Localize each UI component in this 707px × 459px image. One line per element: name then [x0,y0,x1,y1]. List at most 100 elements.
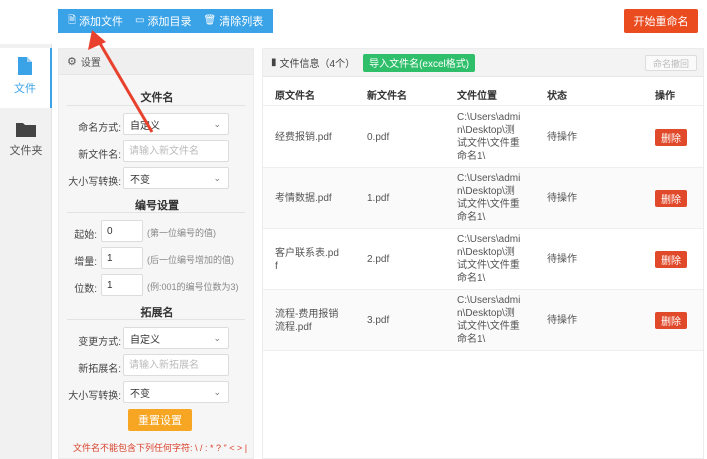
new-name-input[interactable] [123,140,229,162]
new-name-label: 新文件名: [78,150,121,161]
new-filename: 1.pdf [367,193,390,204]
original-filename-line: f [275,260,278,272]
status-label: 待操作 [547,132,577,143]
divider [67,105,245,106]
start-label: 起始: [74,230,97,241]
table-header: 原文件名 新文件名 文件位置 状态 操作 [263,78,703,106]
file-info: ▮ 文件信息（4个） [271,55,355,70]
file-location-line: 试文件\文件重 [457,199,520,210]
add-directory-button[interactable]: ▭ 添加目录 [129,9,197,33]
new-filename: 3.pdf [367,315,390,326]
status-label: 待操作 [547,315,577,326]
original-filename-line: 经费报销.pdf [275,132,332,143]
file-location-line: 命名1\ [457,273,486,284]
digits-input[interactable] [101,274,143,296]
chevron-down-icon: ⌄ [213,119,221,129]
delete-button[interactable]: 删除 [655,251,687,268]
gear-icon: ⚙ [67,56,77,68]
column-header: 文件位置 [457,91,497,102]
step-input[interactable] [101,247,143,269]
column-header: 新文件名 [367,91,407,102]
new-filename: 0.pdf [367,132,390,143]
chevron-down-icon: ⌄ [213,173,221,183]
case-value: 不变 [130,174,150,186]
ext-case-label: 大小写转换: [68,391,121,402]
undo-rename-button[interactable]: 命名撤回 [645,55,697,71]
file-location-line: 命名1\ [457,212,486,223]
clear-list-button[interactable]: 🗑 清除列表 [198,9,270,33]
table-row: 客户联系表.pd f 2.pdf C:\Users\admi n\Desktop\测 试文… [263,229,703,290]
filename-section-title: 文件名 [140,92,174,104]
chevron-down-icon: ⌄ [213,387,221,397]
case-select[interactable]: 不变 ⌄ [123,167,229,189]
ext-mode-select[interactable]: 自定义 ⌄ [123,327,229,349]
file-list-header: ▮ 文件信息（4个） 导入文件名(excel格式) 命名撤回 [263,49,703,77]
new-extension-input[interactable] [123,354,229,376]
ext-case-value: 不变 [130,388,150,400]
add-file-button[interactable]: 🗎 添加文件 [62,9,129,33]
file-location-line: 命名1\ [457,151,486,162]
ext-case-select[interactable]: 不变 ⌄ [123,381,229,403]
file-location-line: n\Desktop\测 [457,247,515,258]
file-icon: 🗎 [68,15,77,26]
original-filename: 客户联系表.pd f [275,247,359,273]
ext-mode-label: 变更方式: [78,337,121,348]
left-nav: 文件 文件夹 [0,44,52,459]
delete-button[interactable]: 删除 [655,190,687,207]
file-location-line: C:\Users\admi [457,295,521,306]
original-filename-line: 流程-费用报销 [275,308,339,320]
nav-item-file[interactable]: 文件 [0,48,52,108]
new-ext-label: 新拓展名: [78,364,121,375]
new-filename: 2.pdf [367,254,390,265]
file-list-panel: ▮ 文件信息（4个） 导入文件名(excel格式) 命名撤回 原文件名 新文件名… [262,48,704,459]
file-location-line: 命名1\ [457,334,486,345]
file-location-line: 试文件\文件重 [457,321,520,332]
folder-icon: ▭ [135,15,145,26]
table-row: 流程-费用报销 流程.pdf 3.pdf C:\Users\admi n\Desktop… [263,290,703,351]
nav-folder-label: 文件夹 [9,145,43,157]
nav-item-folder[interactable]: 文件夹 [0,112,52,172]
settings-panel: ⚙ 设置 文件名 命名方式: 自定义 ⌄ 新文件名: 大小写转换: 不变 ⌄ 编… [58,48,254,459]
digits-label: 位数: [74,284,97,295]
file-location-line: n\Desktop\测 [457,308,515,319]
reset-settings-button[interactable]: 重置设置 [128,409,192,431]
clear-list-label: 清除列表 [219,16,264,28]
settings-title: 设置 [80,58,101,69]
trash-icon: 🗑 [203,15,217,26]
case-label: 大小写转换: [68,177,121,188]
status-label: 待操作 [547,193,577,204]
add-directory-label: 添加目录 [147,16,192,28]
divider [67,319,245,320]
start-number-input[interactable] [101,220,143,242]
numbering-section-title: 编号设置 [135,200,179,212]
import-excel-button[interactable]: 导入文件名(excel格式) [363,53,476,72]
original-filename-line: 客户联系表.pd [275,247,339,259]
add-file-label: 添加文件 [79,16,124,28]
file-location-line: 试文件\文件重 [457,260,520,271]
delete-button[interactable]: 删除 [655,129,687,146]
column-header: 状态 [547,91,567,102]
original-filename-line: 流程.pdf [275,321,312,333]
file-toolbar-group: 🗎 添加文件 ▭ 添加目录 🗑 清除列表 [58,9,274,33]
column-header: 操作 [655,91,675,102]
file-location-line: C:\Users\admi [457,234,521,245]
file-location-line: C:\Users\admi [457,173,521,184]
naming-mode-select[interactable]: 自定义 ⌄ [123,113,229,135]
file-location: C:\Users\admi n\Desktop\测 试文件\文件重 命名1\ [457,294,541,346]
ext-mode-value: 自定义 [130,334,160,346]
filename-warning: 文件名不能包含下列任何字符: \ / : * ? " < > | [73,443,248,453]
step-hint: (后一位编号增加的值) [147,255,234,265]
column-header: 原文件名 [275,91,315,102]
divider [67,212,245,213]
original-filename-line: 考情数据.pdf [275,193,332,204]
delete-button[interactable]: 删除 [655,312,687,329]
table-row: 经费报销.pdf 0.pdf C:\Users\admi n\Desktop\测 试文件… [263,107,703,168]
file-info-label: 文件信息（4个） [279,59,356,70]
file-location: C:\Users\admi n\Desktop\测 试文件\文件重 命名1\ [457,233,541,285]
file-icon [18,57,32,75]
original-filename: 考情数据.pdf [275,192,359,205]
start-hint: (第一位编号的值) [147,228,216,238]
start-rename-button[interactable]: 开始重命名 [624,9,698,33]
file-location: C:\Users\admi n\Desktop\测 试文件\文件重 命名1\ [457,111,541,163]
step-label: 增量: [74,257,97,268]
